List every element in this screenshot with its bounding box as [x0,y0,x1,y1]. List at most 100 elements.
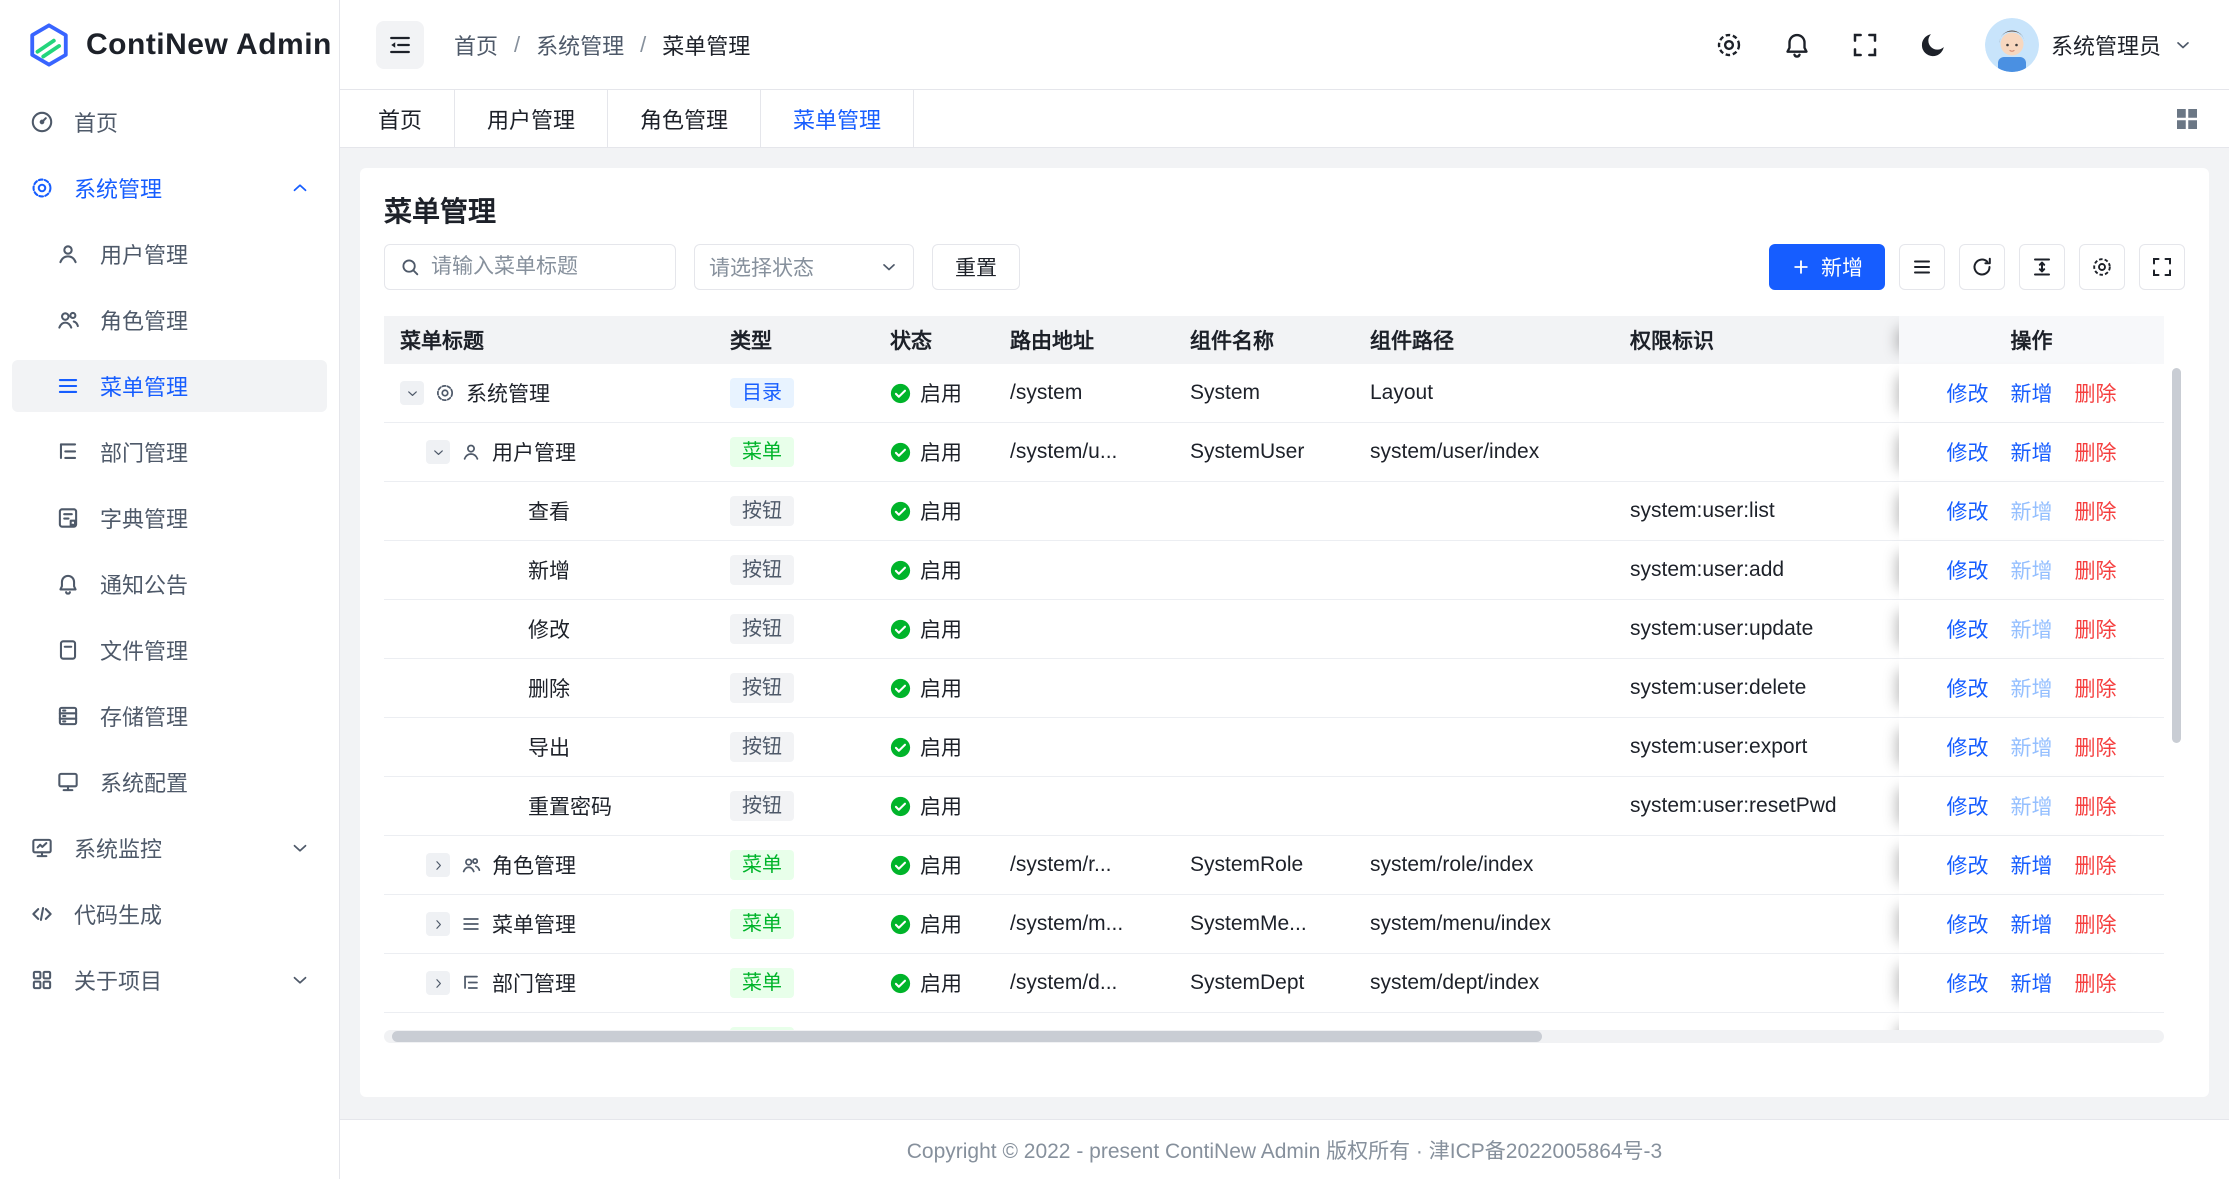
apps-icon [28,966,56,994]
code-icon [28,900,56,928]
cell-title: 用户管理 [384,423,714,482]
table-row: 重置密码按钮启用system:user:resetPwd修改新增删除 [384,777,2164,836]
sidebar-item-menu-management[interactable]: 菜单管理 [12,360,327,412]
delete-link[interactable]: 删除 [2075,560,2117,583]
column-list-icon[interactable] [1899,244,1945,290]
sidebar-item-dict-management[interactable]: 字典管理 [12,492,327,544]
status-select[interactable]: 请选择状态 [694,244,914,290]
refresh-icon[interactable] [1959,244,2005,290]
cell-route: /system/r... [994,836,1174,895]
delete-link[interactable]: 删除 [2075,619,2117,642]
table-settings-gear-icon[interactable] [2079,244,2125,290]
add-child-link[interactable]: 新增 [2011,855,2053,878]
horizontal-scrollbar-thumb[interactable] [392,1031,1542,1042]
column-header: 权限标识 [1614,316,1899,364]
fullscreen-icon[interactable] [1849,29,1881,61]
vertical-scrollbar[interactable] [2172,368,2181,743]
menu-title: 查看 [528,496,570,526]
cell-permission: system:user:list [1614,482,1899,541]
edit-link[interactable]: 修改 [1947,855,1989,878]
sidebar-item-role-management[interactable]: 角色管理 [12,294,327,346]
status-label: 启用 [920,496,962,526]
tab-role-management[interactable]: 角色管理 [608,90,761,147]
cell-title: 删除 [384,659,714,718]
logo-row[interactable]: ContiNew Admin [0,0,339,90]
breadcrumb-item[interactable]: 首页 [454,29,498,61]
delete-link[interactable]: 删除 [2075,383,2117,406]
grid-apps-icon[interactable] [2171,103,2203,135]
sidebar-item-file-management[interactable]: 文件管理 [12,624,327,676]
status-label: 启用 [920,378,962,408]
line-height-icon[interactable] [2019,244,2065,290]
add-child-link[interactable]: 新增 [2011,973,2053,996]
edit-link[interactable]: 修改 [1947,501,1989,524]
add-child-link[interactable]: 新增 [2011,442,2053,465]
type-tag: 菜单 [730,968,794,998]
brand-logo-icon [26,22,72,68]
status-badge: 启用 [890,791,978,821]
dark-mode-moon-icon[interactable] [1917,29,1949,61]
horizontal-scrollbar-track[interactable] [384,1030,2164,1043]
expand-row-button[interactable] [426,912,450,936]
edit-link[interactable]: 修改 [1947,737,1989,760]
sidebar-item-system-config[interactable]: 系统配置 [12,756,327,808]
edit-link[interactable]: 修改 [1947,619,1989,642]
cell-title: 查看 [384,482,714,541]
sidebar-item-about-project[interactable]: 关于项目 [12,954,327,1006]
delete-link[interactable]: 删除 [2075,501,2117,524]
sidebar-item-label: 系统监控 [74,832,162,864]
collapse-row-button[interactable] [400,381,424,405]
delete-link[interactable]: 删除 [2075,442,2117,465]
edit-link[interactable]: 修改 [1947,442,1989,465]
edit-link[interactable]: 修改 [1947,678,1989,701]
reset-button[interactable]: 重置 [932,244,1020,290]
notifications-bell-icon[interactable] [1781,29,1813,61]
tab-home[interactable]: 首页 [346,90,455,147]
breadcrumb-item[interactable]: 系统管理 [536,29,624,61]
sidebar-item-code-generation[interactable]: 代码生成 [12,888,327,940]
sidebar-item-system-monitor[interactable]: 系统监控 [12,822,327,874]
edit-link[interactable]: 修改 [1947,560,1989,583]
cell-component-name: SystemDept [1174,954,1354,1013]
user-menu[interactable]: 系统管理员 [1985,18,2193,72]
table-fullscreen-icon[interactable] [2139,244,2185,290]
edit-link[interactable]: 修改 [1947,973,1989,996]
status-enabled-icon [890,737,911,758]
status-label: 启用 [920,614,962,644]
sidebar-item-storage-management[interactable]: 存储管理 [12,690,327,742]
delete-link[interactable]: 删除 [2075,678,2117,701]
add-child-link[interactable]: 新增 [2011,914,2053,937]
sidebar-item-dept-management[interactable]: 部门管理 [12,426,327,478]
cell-component-path: system/menu/index [1354,895,1614,954]
cell-permission [1614,954,1899,1013]
edit-link[interactable]: 修改 [1947,796,1989,819]
sidebar-item-user-management[interactable]: 用户管理 [12,228,327,280]
menu-fold-icon [386,31,414,59]
table-row: 用户管理菜单启用/system/u...SystemUsersystem/use… [384,423,2164,482]
dashboard-icon [28,108,56,136]
delete-link[interactable]: 删除 [2075,973,2117,996]
sidebar-item-notice[interactable]: 通知公告 [12,558,327,610]
expand-row-button[interactable] [426,971,450,995]
sidebar-item-home[interactable]: 首页 [12,96,327,148]
expand-row-button[interactable] [426,853,450,877]
cell-type: 目录 [714,364,874,423]
menu-fold-button[interactable] [376,21,424,69]
delete-link[interactable]: 删除 [2075,737,2117,760]
search-input[interactable] [431,255,661,279]
tab-menu-management[interactable]: 菜单管理 [761,90,914,147]
edit-link[interactable]: 修改 [1947,914,1989,937]
tree-icon [460,972,482,994]
add-child-link[interactable]: 新增 [2011,383,2053,406]
sidebar-item-system-management[interactable]: 系统管理 [12,162,327,214]
delete-link[interactable]: 删除 [2075,914,2117,937]
edit-link[interactable]: 修改 [1947,383,1989,406]
delete-link[interactable]: 删除 [2075,855,2117,878]
status-badge: 启用 [890,614,978,644]
cell-route [994,659,1174,718]
delete-link[interactable]: 删除 [2075,796,2117,819]
add-button[interactable]: 新增 [1769,244,1885,290]
settings-icon[interactable] [1713,29,1745,61]
tab-user-management[interactable]: 用户管理 [455,90,608,147]
collapse-row-button[interactable] [426,440,450,464]
